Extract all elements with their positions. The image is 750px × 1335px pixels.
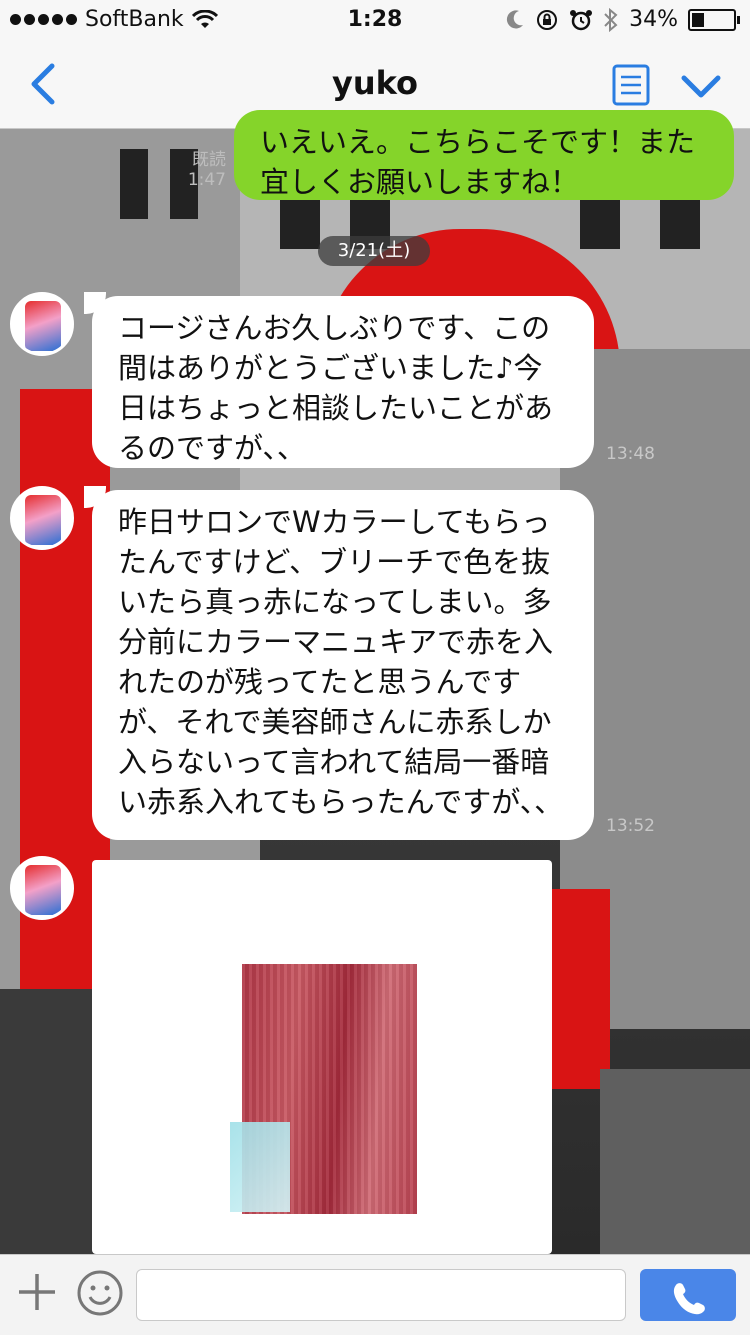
battery-percent: 34% [629, 7, 678, 32]
avatar[interactable] [10, 292, 74, 356]
chevron-down-icon[interactable] [678, 68, 724, 104]
avatar[interactable] [10, 856, 74, 920]
message-text: いえいえ。こちらこそです！また宜しくお願いしますね！ [260, 125, 696, 199]
message-time: 13:52 [606, 816, 655, 836]
date-divider: 3/21(土) [318, 236, 430, 266]
message-text: コージさんお久しぶりです、この間はありがとうございました♪今日はちょっと相談した… [118, 311, 554, 465]
message-bubble-received[interactable]: コージさんお久しぶりです、この間はありがとうございました♪今日はちょっと相談した… [92, 296, 594, 468]
message-bubble-received[interactable]: 昨日サロンでWカラーしてもらったんですけど、ブリーチで色を抜いたら真っ赤になって… [92, 490, 594, 840]
message-input[interactable] [136, 1269, 626, 1321]
battery-icon [688, 8, 740, 31]
notes-icon[interactable] [612, 64, 650, 106]
bluetooth-icon [604, 7, 618, 32]
message-time: 13:48 [606, 444, 655, 464]
message-text: 昨日サロンでWカラーしてもらったんですけど、ブリーチで色を抜いたら真っ赤になって… [118, 505, 564, 819]
plus-icon[interactable] [16, 1271, 58, 1313]
avatar[interactable] [10, 486, 74, 550]
status-bar: SoftBank 1:28 34% [0, 0, 750, 40]
smiley-icon[interactable] [76, 1269, 124, 1317]
input-bar [0, 1254, 750, 1335]
message-read-status: 既読 1:47 [174, 150, 226, 190]
read-label: 既読 [192, 150, 226, 170]
moon-icon [507, 9, 524, 28]
call-button[interactable] [640, 1269, 736, 1321]
message-bubble-sent[interactable]: いえいえ。こちらこそです！また宜しくお願いしますね！ [234, 110, 734, 200]
status-right: 34% [505, 7, 740, 32]
rotation-lock-icon [537, 9, 558, 30]
phone-icon [673, 1283, 705, 1315]
message-time: 1:47 [187, 170, 226, 190]
alarm-icon [570, 9, 593, 30]
message-image[interactable] [92, 860, 552, 1254]
